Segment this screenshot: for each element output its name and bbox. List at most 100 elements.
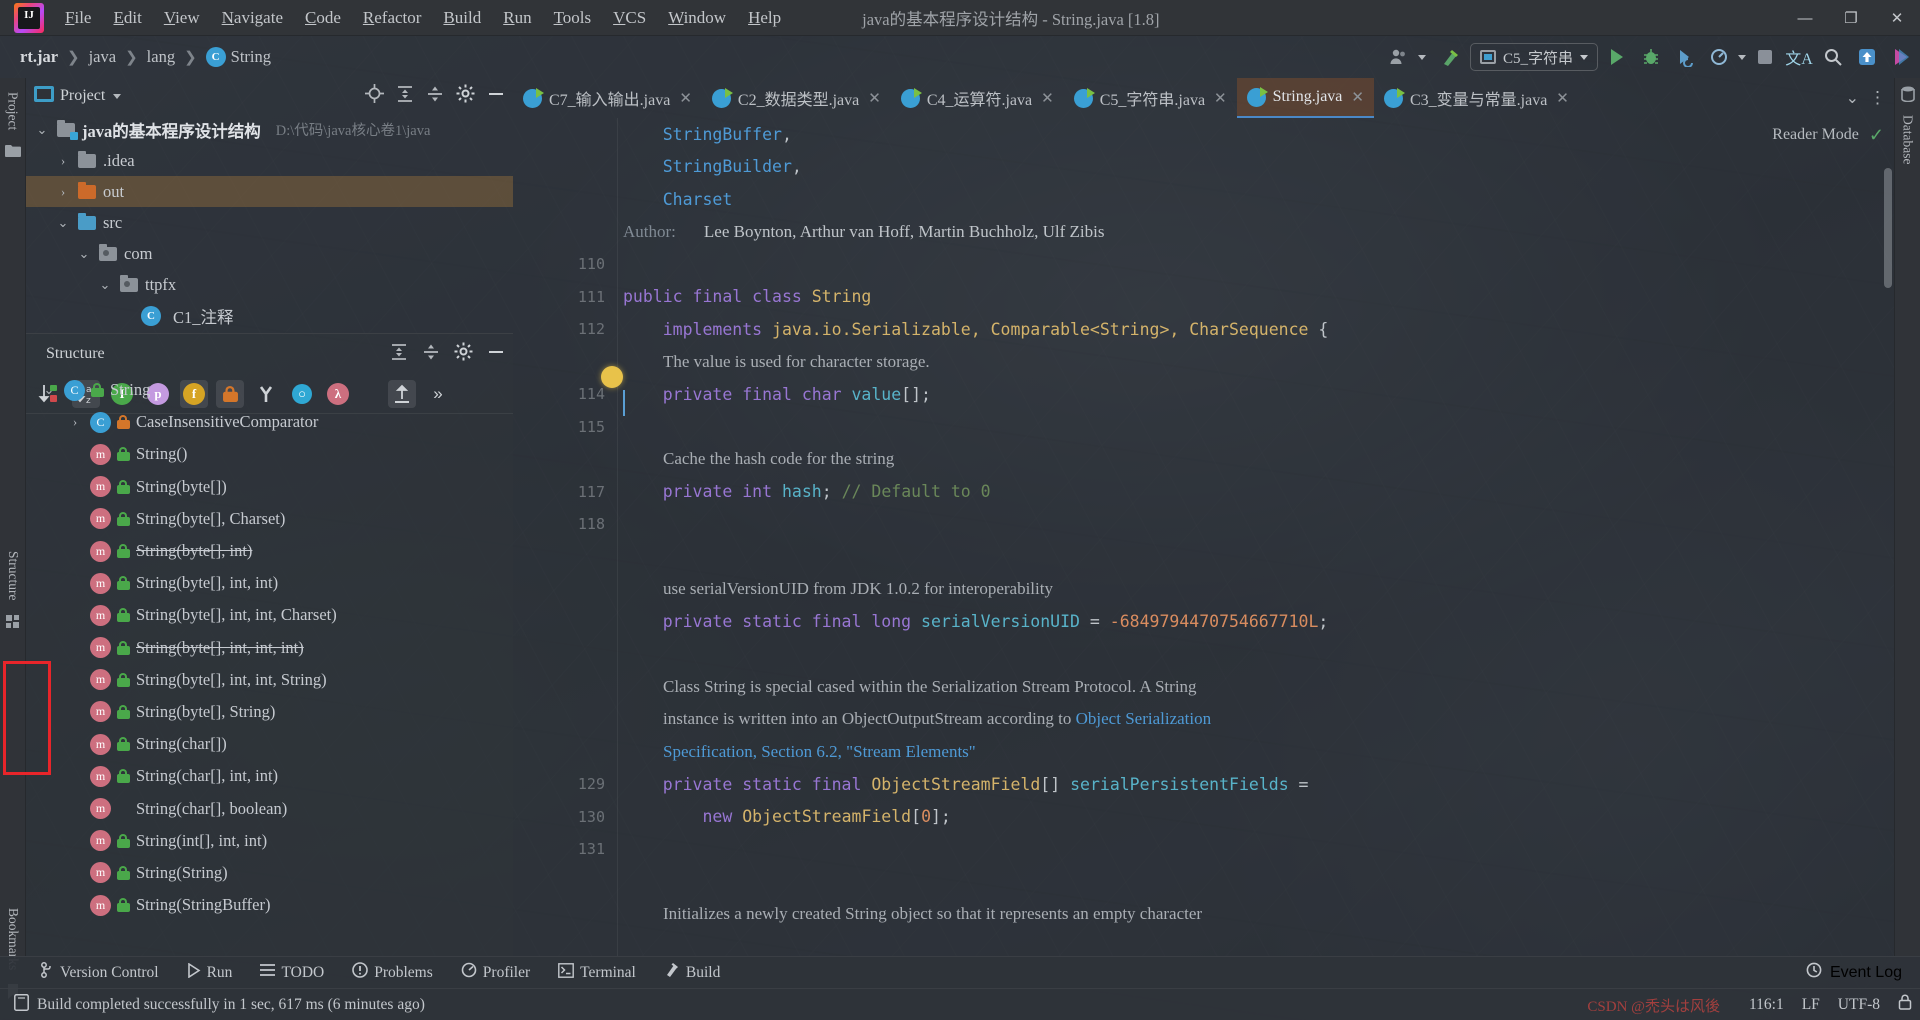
settings-gear-icon[interactable] bbox=[456, 84, 475, 108]
profile-icon[interactable] bbox=[1704, 42, 1734, 72]
menu-item-build[interactable]: Build bbox=[432, 4, 492, 32]
project-tree-row[interactable]: › .idea bbox=[26, 145, 513, 176]
file-encoding[interactable]: UTF-8 bbox=[1838, 996, 1880, 1014]
structure-tree-row[interactable]: m String(byte[], int, int, Charset) bbox=[26, 599, 513, 631]
intention-bulb-icon[interactable] bbox=[601, 366, 623, 388]
menu-item-edit[interactable]: Edit bbox=[102, 4, 152, 32]
hammer-icon[interactable] bbox=[1436, 42, 1466, 72]
expand-all-icon[interactable] bbox=[390, 343, 408, 366]
structure-tree-row[interactable]: m String(byte[], int) bbox=[26, 535, 513, 567]
profile-dropdown-caret-icon[interactable] bbox=[1738, 54, 1746, 60]
locate-file-icon[interactable] bbox=[365, 84, 384, 108]
menu-item-vcs[interactable]: VCS bbox=[602, 4, 657, 32]
chevron-right-icon[interactable]: › bbox=[66, 414, 84, 430]
structure-tree-row[interactable]: m String(byte[], Charset) bbox=[26, 503, 513, 535]
structure-tree-row[interactable]: m String(int[], int, int) bbox=[26, 825, 513, 857]
structure-tree-row[interactable]: m String(byte[], int, int) bbox=[26, 567, 513, 599]
editor-tab[interactable]: C2_数据类型.java ✕ bbox=[702, 78, 891, 118]
run-with-coverage-icon[interactable] bbox=[1670, 42, 1700, 72]
project-tree-row[interactable]: › out bbox=[26, 176, 513, 207]
editor-tab[interactable]: C5_字符串.java ✕ bbox=[1064, 78, 1237, 118]
menu-item-view[interactable]: View bbox=[153, 4, 211, 32]
editor-tab[interactable]: String.java ✕ bbox=[1236, 78, 1374, 118]
bottom-tab-terminal[interactable]: Terminal bbox=[544, 962, 650, 983]
bottom-tab-todo[interactable]: TODO bbox=[246, 963, 338, 982]
menu-item-run[interactable]: Run bbox=[492, 4, 542, 32]
menu-item-code[interactable]: Code bbox=[294, 4, 352, 32]
ide-assistant-icon[interactable] bbox=[1886, 42, 1916, 72]
structure-tree-row[interactable]: m String() bbox=[26, 438, 513, 470]
close-button[interactable]: ✕ bbox=[1874, 0, 1920, 36]
menu-item-help[interactable]: Help bbox=[737, 4, 792, 32]
stripe-tab-structure[interactable]: Structure bbox=[1, 543, 25, 609]
run-configuration-selector[interactable]: C5_字符串 bbox=[1469, 43, 1598, 71]
project-tree-row[interactable]: ⌄ ttpfx bbox=[26, 269, 513, 300]
caret-position[interactable]: 116:1 bbox=[1749, 996, 1784, 1014]
structure-tree-row[interactable]: m String(byte[]) bbox=[26, 471, 513, 503]
code-editor[interactable]: Reader Mode ✓ StringBuffer, StringBuilde… bbox=[513, 118, 1894, 956]
breadcrumb-item-3[interactable]: C String bbox=[200, 45, 277, 69]
user-dropdown-caret-icon[interactable] bbox=[1417, 54, 1426, 60]
maximize-button[interactable]: ❐ bbox=[1828, 0, 1874, 36]
chevron-down-icon[interactable]: ⌄ bbox=[97, 277, 113, 293]
project-tree-row[interactable]: ⌄ com bbox=[26, 238, 513, 269]
collapse-all-icon[interactable] bbox=[426, 85, 444, 108]
chevron-down-icon[interactable]: ⌄ bbox=[55, 215, 71, 231]
stripe-tab-project[interactable]: Project bbox=[1, 84, 25, 138]
event-log-label[interactable]: Event Log bbox=[1830, 964, 1902, 982]
bottom-tab-problems[interactable]: Problems bbox=[338, 962, 447, 983]
user-group-icon[interactable] bbox=[1384, 42, 1414, 72]
close-icon[interactable]: ✕ bbox=[1556, 89, 1569, 108]
hide-panel-icon[interactable] bbox=[487, 343, 505, 366]
debug-icon[interactable] bbox=[1636, 42, 1666, 72]
structure-tree-row[interactable]: m String(char[]) bbox=[26, 728, 513, 760]
close-icon[interactable]: ✕ bbox=[1041, 89, 1054, 108]
menu-item-navigate[interactable]: Navigate bbox=[211, 4, 294, 32]
chevron-right-icon[interactable]: › bbox=[55, 153, 71, 169]
structure-tree-row[interactable]: m String(StringBuffer) bbox=[26, 889, 513, 921]
update-icon[interactable] bbox=[1852, 42, 1882, 72]
stop-icon[interactable] bbox=[1750, 42, 1780, 72]
structure-tree-row[interactable]: m String(byte[], int, int, String) bbox=[26, 664, 513, 696]
bottom-tab-run[interactable]: Run bbox=[173, 962, 247, 983]
chevron-right-icon[interactable]: › bbox=[55, 184, 71, 200]
structure-tree-row[interactable]: m String(String) bbox=[26, 857, 513, 889]
structure-tree-row[interactable]: ⌄ C String bbox=[26, 374, 513, 406]
structure-tree-row[interactable]: m String(byte[], int, int, int) bbox=[26, 632, 513, 664]
javadoc-text[interactable]: Specification, Section 6.2, "Stream Elem… bbox=[663, 742, 976, 761]
hide-panel-icon[interactable] bbox=[487, 85, 505, 108]
close-icon[interactable]: ✕ bbox=[868, 89, 881, 108]
chevron-down-icon[interactable]: ⌄ bbox=[1846, 88, 1859, 108]
bottom-tab-build[interactable]: Build bbox=[650, 962, 734, 983]
project-tree-row[interactable]: C C1_注释 bbox=[26, 300, 513, 331]
chevron-down-icon[interactable]: ⌄ bbox=[76, 246, 92, 262]
project-tree-row[interactable]: ⌄ src bbox=[26, 207, 513, 238]
structure-tree-row[interactable]: m String(byte[], String) bbox=[26, 696, 513, 728]
editor-tab[interactable]: C7_输入输出.java ✕ bbox=[513, 78, 702, 118]
collapse-all-icon[interactable] bbox=[422, 343, 440, 366]
search-icon[interactable] bbox=[1818, 42, 1848, 72]
close-icon[interactable]: ✕ bbox=[1351, 88, 1364, 107]
chevron-down-icon[interactable]: ⌄ bbox=[40, 382, 58, 398]
structure-tree-row[interactable]: › C CaseInsensitiveComparator bbox=[26, 406, 513, 438]
breadcrumb-item-2[interactable]: lang bbox=[141, 45, 181, 69]
minimize-button[interactable]: — bbox=[1782, 0, 1828, 36]
editor-tab[interactable]: C4_运算符.java ✕ bbox=[891, 78, 1064, 118]
bottom-tab-profiler[interactable]: Profiler bbox=[447, 962, 544, 983]
menu-item-tools[interactable]: Tools bbox=[543, 4, 603, 32]
breadcrumb-item-0[interactable]: rt.jar bbox=[14, 45, 64, 69]
javadoc-text[interactable]: Object Serialization bbox=[1076, 709, 1211, 728]
settings-gear-icon[interactable] bbox=[454, 342, 473, 366]
project-tree-row[interactable]: ⌄ java的基本程序设计结构 D:\代码\java核心卷1\java bbox=[26, 114, 513, 145]
lock-status-icon[interactable] bbox=[1898, 994, 1912, 1015]
editor-scrollbar-thumb[interactable] bbox=[1884, 168, 1892, 288]
bottom-tab-version-control[interactable]: Version Control bbox=[26, 962, 173, 983]
editor-tab[interactable]: C3_变量与常量.java ✕ bbox=[1374, 78, 1579, 118]
menu-item-file[interactable]: File bbox=[54, 4, 102, 32]
project-panel-chevron-icon[interactable] bbox=[113, 93, 122, 99]
menu-item-window[interactable]: Window bbox=[657, 4, 737, 32]
structure-tree-row[interactable]: m String(char[], int, int) bbox=[26, 760, 513, 792]
structure-tree-row[interactable]: m String(char[], boolean) bbox=[26, 792, 513, 824]
translate-icon[interactable]: 文A bbox=[1784, 42, 1814, 72]
breadcrumb-item-1[interactable]: java bbox=[83, 45, 122, 69]
